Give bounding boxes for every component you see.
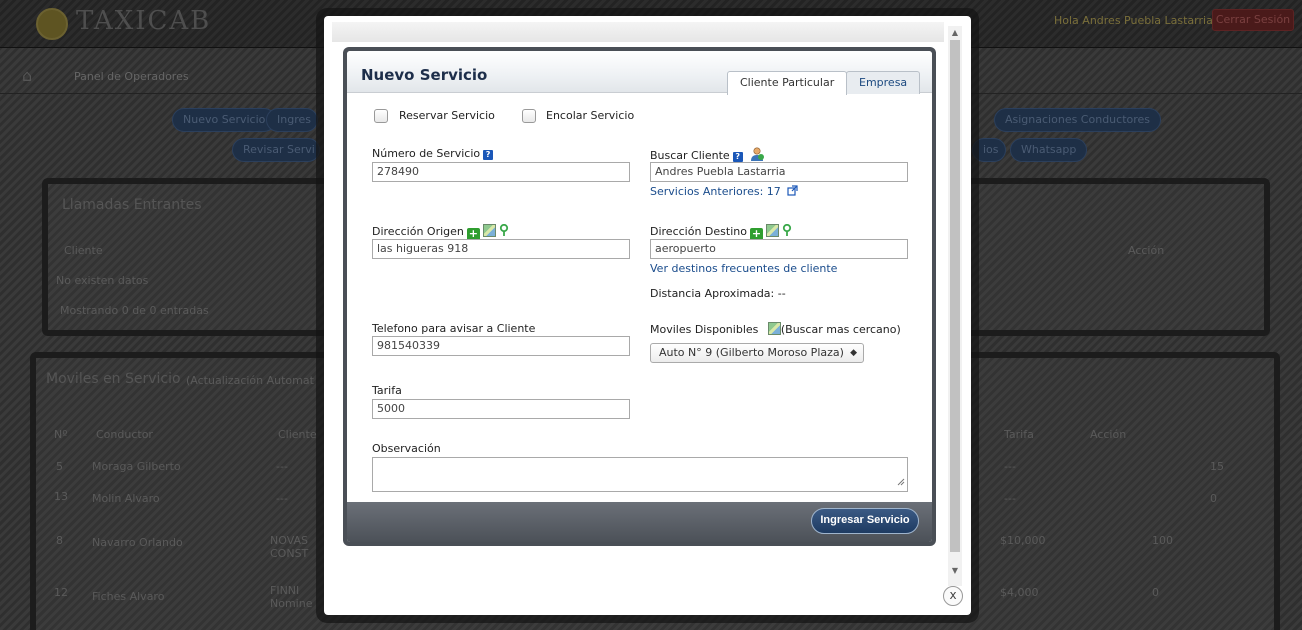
app-logo-text: TAXICAB xyxy=(76,6,212,36)
new-service-form-panel: Nuevo Servicio Cliente Particular Empres… xyxy=(343,47,936,546)
available-mobiles-selected: Auto N° 9 (Gilberto Moroso Plaza) xyxy=(659,346,844,359)
phone-label: Telefono para avisar a Cliente xyxy=(372,322,536,335)
notes-label: Observación xyxy=(372,442,441,455)
table-row-extra: 0 xyxy=(1152,586,1159,599)
table-row-client: --- xyxy=(276,460,288,473)
table-row-extra: 15 xyxy=(1210,460,1224,473)
scroll-down-icon[interactable]: ▼ xyxy=(948,564,962,578)
table-row-driver: Navarro Orlando xyxy=(92,536,183,549)
table-row-fare: $4,000 xyxy=(1000,586,1039,599)
close-button[interactable]: x xyxy=(943,586,963,606)
mobiles-panel-title: Moviles en Servicio xyxy=(46,371,181,387)
search-client-input[interactable]: Andres Puebla Lastarria xyxy=(650,162,908,182)
incoming-footer-text: Mostrando 0 de 0 entradas xyxy=(60,304,209,317)
service-number-label: Número de Servicio? xyxy=(372,147,494,160)
table-row-num: 12 xyxy=(54,586,68,599)
mobiles-col-num[interactable]: Nº xyxy=(54,428,67,441)
map-icon[interactable] xyxy=(482,224,496,237)
fare-label: Tarifa xyxy=(372,384,402,397)
tab-company[interactable]: Empresa xyxy=(846,71,921,94)
home-icon[interactable]: ⌂ xyxy=(22,66,32,85)
mobiles-panel-subtitle: (Actualización Automat xyxy=(186,374,314,387)
incoming-col-client[interactable]: Cliente xyxy=(64,244,103,257)
incoming-empty-text: No existen datos xyxy=(56,274,149,287)
tab-individual-client[interactable]: Cliente Particular xyxy=(727,71,848,95)
available-mobiles-label: Moviles Disponibles (Buscar mas cercano) xyxy=(650,322,901,336)
table-row-extra: 100 xyxy=(1152,534,1173,547)
map-icon[interactable] xyxy=(767,322,781,335)
submit-service-button[interactable]: Ingresar Servicio xyxy=(811,508,919,534)
table-row-num: 13 xyxy=(54,490,68,503)
user-greeting: Hola Andres Puebla Lastarria xyxy=(1054,14,1213,27)
frequent-destinations-link[interactable]: Ver destinos frecuentes de cliente xyxy=(650,262,837,275)
reserve-service-checkbox[interactable] xyxy=(374,109,388,123)
destination-label-text: Dirección Destino xyxy=(650,225,747,238)
table-row-num: 5 xyxy=(56,460,63,473)
map-icon[interactable] xyxy=(765,224,779,237)
mobiles-col-driver[interactable]: Conductor xyxy=(96,428,153,441)
form-title: Nuevo Servicio xyxy=(361,66,488,84)
incoming-calls-title: Llamadas Entrantes xyxy=(62,197,202,213)
taxi-logo-icon xyxy=(36,8,68,40)
previous-services-text[interactable]: Servicios Anteriores: 17 xyxy=(650,185,781,198)
table-row-fare: --- xyxy=(1004,492,1016,505)
nav-whatsapp-button[interactable]: Whatsapp xyxy=(1010,138,1088,162)
table-row-client: --- xyxy=(276,492,288,505)
table-row-driver: Molin Alvaro xyxy=(92,492,160,505)
service-number-label-text: Número de Servicio xyxy=(372,147,481,160)
table-row-fare: $10,000 xyxy=(1000,534,1046,547)
service-number-field[interactable]: 278490 xyxy=(372,162,630,182)
table-row-driver: Moraga Gilberto xyxy=(92,460,181,473)
location-pin-icon[interactable] xyxy=(499,223,509,240)
available-mobiles-label-text: Moviles Disponibles xyxy=(650,323,759,336)
form-body: Nuevo Servicio Cliente Particular Empres… xyxy=(347,51,932,542)
location-pin-icon[interactable] xyxy=(782,223,792,240)
scroll-up-icon[interactable]: ▲ xyxy=(948,26,962,40)
modal-top-strip xyxy=(332,22,944,42)
reserve-service-label: Reservar Servicio xyxy=(399,109,495,122)
approximate-distance-text: Distancia Aproximada: -- xyxy=(650,287,786,300)
available-mobiles-select[interactable]: Auto N° 9 (Gilberto Moroso Plaza) ◆ xyxy=(650,343,864,363)
mobiles-col-action[interactable]: Acción xyxy=(1090,428,1126,441)
logout-button[interactable]: Cerrar Sesión xyxy=(1212,9,1294,31)
breadcrumb[interactable]: Panel de Operadores xyxy=(74,70,189,83)
form-header: Nuevo Servicio Cliente Particular Empres… xyxy=(347,51,932,95)
previous-services-link[interactable]: Servicios Anteriores: 17 xyxy=(650,185,798,199)
table-row-client: FINNI Nomine xyxy=(270,584,313,610)
table-row-fare: --- xyxy=(1004,460,1016,473)
nav-services-button[interactable]: ios xyxy=(972,138,1006,162)
phone-input[interactable]: 981540339 xyxy=(372,336,630,356)
origin-address-input[interactable]: las higueras 918 xyxy=(372,239,630,259)
table-row-client: NOVAS CONST xyxy=(270,534,309,560)
help-icon[interactable]: ? xyxy=(732,152,743,162)
nav-ingress-button[interactable]: Ingres xyxy=(266,108,318,132)
form-footer: Ingresar Servicio xyxy=(347,502,932,542)
table-row-num: 8 xyxy=(56,534,63,547)
resize-grip-icon[interactable] xyxy=(897,475,905,489)
nav-new-service-button[interactable]: Nuevo Servicio xyxy=(172,108,277,132)
queue-service-checkbox[interactable] xyxy=(522,109,536,123)
queue-service-label: Encolar Servicio xyxy=(546,109,635,122)
help-icon[interactable]: ? xyxy=(483,150,494,160)
destination-address-input[interactable]: aeropuerto xyxy=(650,239,908,259)
search-nearest-link[interactable]: (Buscar mas cercano) xyxy=(781,323,901,336)
mobiles-col-client[interactable]: Cliente xyxy=(278,428,317,441)
origin-label-text: Dirección Origen xyxy=(372,225,464,238)
table-row-driver: Fiches Alvaro xyxy=(92,590,165,603)
fare-input[interactable]: 5000 xyxy=(372,399,630,419)
modal-scrollbar-thumb[interactable] xyxy=(950,40,960,552)
notes-textarea[interactable] xyxy=(372,457,908,492)
nav-review-services-button[interactable]: Revisar Servi xyxy=(232,138,320,162)
mobiles-col-fare[interactable]: Tarifa xyxy=(1004,428,1034,441)
search-client-label-text: Buscar Cliente xyxy=(650,149,730,162)
chevron-updown-icon: ◆ xyxy=(850,348,857,358)
nav-driver-assignments-button[interactable]: Asignaciones Conductores xyxy=(994,108,1162,132)
external-link-icon[interactable] xyxy=(787,185,798,199)
incoming-col-action[interactable]: Acción xyxy=(1128,244,1164,257)
table-row-extra: 0 xyxy=(1210,492,1217,505)
